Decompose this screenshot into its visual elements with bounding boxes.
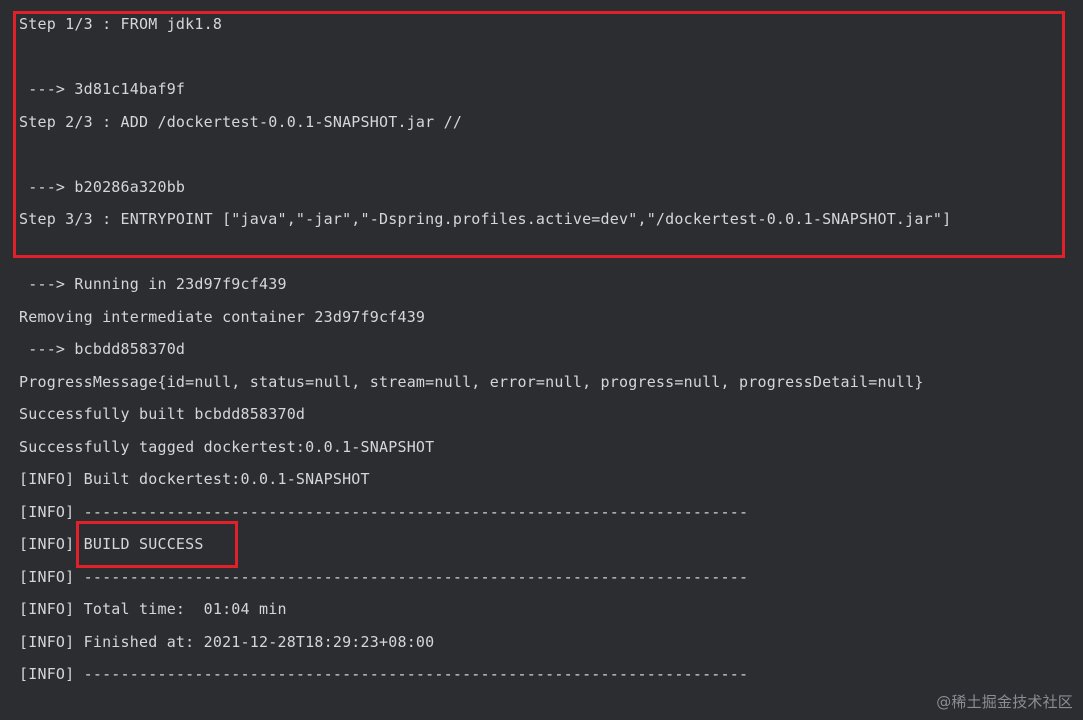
console-line-hash1: ---> 3d81c14baf9f [19, 80, 186, 98]
console-line-hash3: ---> bcbdd858370d [19, 340, 186, 358]
clipped-top-line: ─ ─ ─ ─ ─ ─ ─ ─ ─ ─ ─ ─ [19, 0, 231, 6]
console-line-info-built: [INFO] Built dockertest:0.0.1-SNAPSHOT [19, 470, 370, 488]
console-output: ─ ─ ─ ─ ─ ─ ─ ─ ─ ─ ─ ─ Step 1/3 : FROM … [0, 0, 1083, 720]
console-line-build-success: [INFO] BUILD SUCCESS [19, 535, 204, 553]
console-line-separator-3: [INFO] ---------------------------------… [19, 665, 749, 683]
console-line-total-time: [INFO] Total time: 01:04 min [19, 600, 287, 618]
console-line-separator-2: [INFO] ---------------------------------… [19, 568, 749, 586]
console-line-running: ---> Running in 23d97f9cf439 [19, 275, 287, 293]
console-line-finished-at: [INFO] Finished at: 2021-12-28T18:29:23+… [19, 633, 435, 651]
console-line-step1: Step 1/3 : FROM jdk1.8 [19, 15, 223, 33]
console-line-step2: Step 2/3 : ADD /dockertest-0.0.1-SNAPSHO… [19, 113, 463, 131]
console-line-progress-message: ProgressMessage{id=null, status=null, st… [19, 373, 924, 391]
console-line-step3: Step 3/3 : ENTRYPOINT ["java","-jar","-D… [19, 210, 952, 228]
console-line-tagged: Successfully tagged dockertest:0.0.1-SNA… [19, 438, 435, 456]
console-line-removing: Removing intermediate container 23d97f9c… [19, 308, 426, 326]
console-line-hash2: ---> b20286a320bb [19, 178, 186, 196]
console-line-separator-1: [INFO] ---------------------------------… [19, 503, 749, 521]
watermark: @稀土掘金技术社区 [936, 693, 1073, 711]
console-line-built: Successfully built bcbdd858370d [19, 405, 306, 423]
